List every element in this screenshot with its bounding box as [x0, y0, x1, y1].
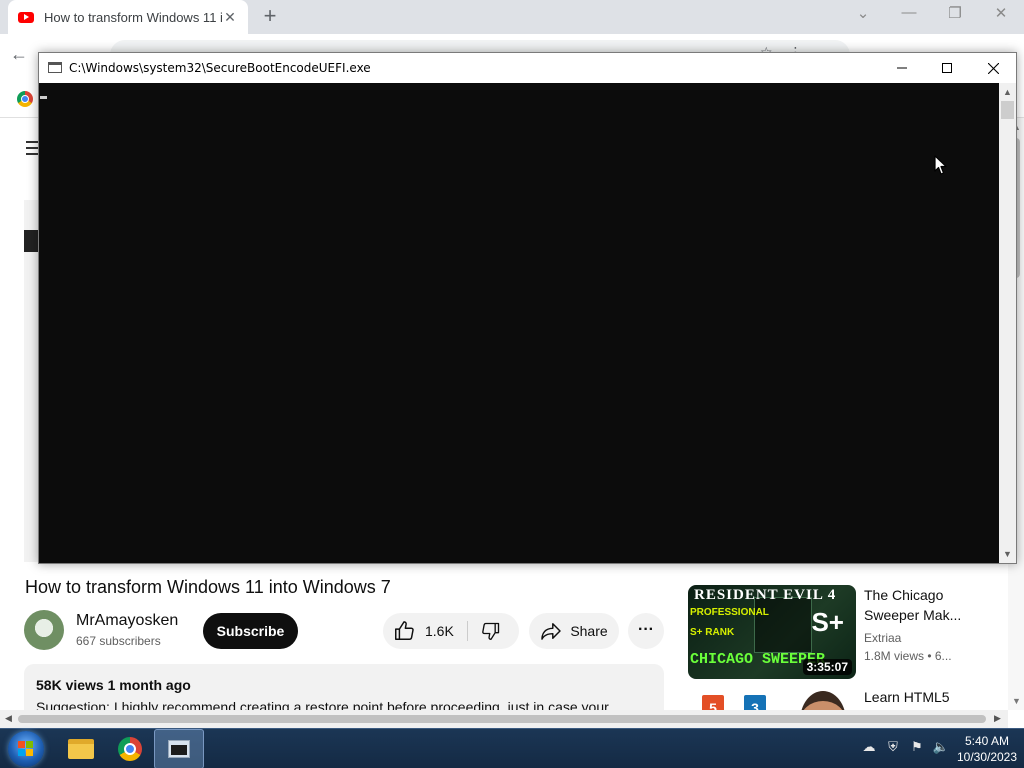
console-icon: [168, 740, 190, 758]
console-maximize-button[interactable]: [924, 53, 970, 83]
browser-minimize-button[interactable]: —: [897, 4, 921, 21]
like-dislike-group: 1.6K: [383, 613, 519, 649]
tab-strip: How to transform Windows 11 i ✕ + ⌄ — ❐ …: [0, 0, 1024, 34]
browser-restore-button[interactable]: ❐: [943, 4, 967, 22]
thumbnail-text: S+ RANK: [690, 627, 735, 638]
video-title: How to transform Windows 11 into Windows…: [25, 577, 391, 597]
thumbnail-panel: [754, 597, 812, 653]
console-output-area[interactable]: [39, 83, 999, 563]
console-scrollbar[interactable]: ▲ ▼: [999, 83, 1016, 563]
maximize-icon: [942, 63, 952, 73]
more-actions-button[interactable]: ···: [628, 613, 664, 649]
new-tab-button[interactable]: +: [258, 5, 282, 29]
like-count: 1.6K: [425, 623, 454, 639]
share-label: Share: [570, 623, 608, 639]
thumbnail-text: PROFESSIONAL: [690, 607, 769, 618]
share-button[interactable]: Share: [529, 613, 619, 649]
video-duration: 3:35:07: [802, 659, 852, 675]
recommended-title[interactable]: The Chicago Sweeper Mak...: [864, 585, 984, 625]
youtube-icon: [18, 11, 34, 23]
divider: [467, 621, 468, 641]
share-arrow-icon: [541, 623, 562, 640]
chrome-icon: [118, 737, 142, 761]
apps-shortcut-icon[interactable]: [17, 91, 33, 107]
tab-title: How to transform Windows 11 i: [44, 9, 222, 25]
windows-logo-icon: [18, 741, 34, 757]
browser-tab-youtube[interactable]: How to transform Windows 11 i ✕: [8, 0, 248, 34]
text-cursor: [40, 96, 47, 99]
taskbar-file-explorer[interactable]: [56, 729, 106, 768]
scroll-thumb[interactable]: [1001, 101, 1014, 119]
volume-muted-icon[interactable]: 🔈: [932, 739, 950, 755]
console-minimize-button[interactable]: [879, 53, 925, 83]
thumbnail-rank: S+: [811, 607, 844, 637]
close-tab-icon[interactable]: ✕: [222, 9, 238, 26]
taskbar-chrome[interactable]: [105, 729, 155, 768]
console-title: C:\Windows\system32\SecureBootEncodeUEFI…: [69, 61, 371, 75]
scroll-right-arrow-icon[interactable]: ▶: [994, 713, 1001, 724]
console-window: C:\Windows\system32\SecureBootEncodeUEFI…: [38, 52, 1017, 564]
scroll-up-arrow-icon[interactable]: ▲: [1003, 87, 1012, 97]
page-horizontal-scrollbar[interactable]: ◀ ▶: [0, 710, 1008, 728]
recommended-title[interactable]: Learn HTML5: [864, 687, 984, 707]
back-arrow-icon[interactable]: ←: [10, 44, 28, 65]
channel-name[interactable]: MrAmayosken: [76, 612, 178, 630]
recommended-channel[interactable]: Extriaa: [864, 631, 984, 645]
taskbar: ☁ ⛨ ⚑ 🔈 5:40 AM 10/30/2023: [0, 728, 1024, 768]
scroll-down-arrow-icon[interactable]: ▼: [1012, 696, 1021, 706]
close-icon: [987, 62, 999, 74]
subscriber-count: 667 subscribers: [76, 634, 161, 648]
subscribe-button[interactable]: Subscribe: [203, 613, 298, 649]
scroll-thumb[interactable]: [18, 715, 986, 723]
description-meta: 58K views 1 month ago: [36, 677, 191, 693]
thumbs-up-icon: [395, 621, 414, 640]
folder-icon: [68, 739, 94, 759]
scroll-down-arrow-icon[interactable]: ▼: [1003, 549, 1012, 559]
console-title-bar[interactable]: C:\Windows\system32\SecureBootEncodeUEFI…: [39, 53, 1016, 83]
taskbar-console[interactable]: [154, 729, 204, 768]
scroll-left-arrow-icon[interactable]: ◀: [5, 713, 12, 724]
system-clock[interactable]: 5:40 AM 10/30/2023: [956, 733, 1018, 765]
minimize-icon: [897, 67, 907, 69]
security-shield-icon[interactable]: ⛨: [884, 739, 902, 755]
system-tray: ☁ ⛨ ⚑ 🔈: [860, 739, 950, 755]
video-meta: Learn HTML5: [864, 687, 984, 707]
channel-avatar[interactable]: [24, 610, 64, 650]
console-close-button[interactable]: [970, 53, 1016, 83]
recommended-views: 1.8M views • 6...: [864, 649, 952, 663]
action-center-flag-icon[interactable]: ⚑: [908, 739, 926, 755]
thumbs-down-icon: [482, 622, 500, 640]
dislike-button[interactable]: [481, 621, 501, 646]
mouse-pointer-icon: [934, 155, 947, 175]
video-meta: The Chicago Sweeper Mak... Extriaa 1.8M …: [864, 585, 984, 663]
clock-date: 10/30/2023: [956, 750, 1018, 764]
like-button[interactable]: 1.6K: [393, 613, 454, 649]
tab-search-icon[interactable]: ⌄: [851, 4, 875, 22]
browser-close-button[interactable]: ✕: [989, 4, 1013, 22]
clock-time: 5:40 AM: [964, 734, 1010, 748]
network-offline-icon[interactable]: ☁: [860, 739, 878, 755]
console-app-icon[interactable]: [48, 62, 62, 73]
start-button[interactable]: [8, 731, 44, 767]
thumbnail-text: RESIDENT EVIL 4: [694, 587, 837, 603]
video-thumbnail[interactable]: RESIDENT EVIL 4 PROFESSIONAL S+ RANK CHI…: [688, 585, 856, 679]
